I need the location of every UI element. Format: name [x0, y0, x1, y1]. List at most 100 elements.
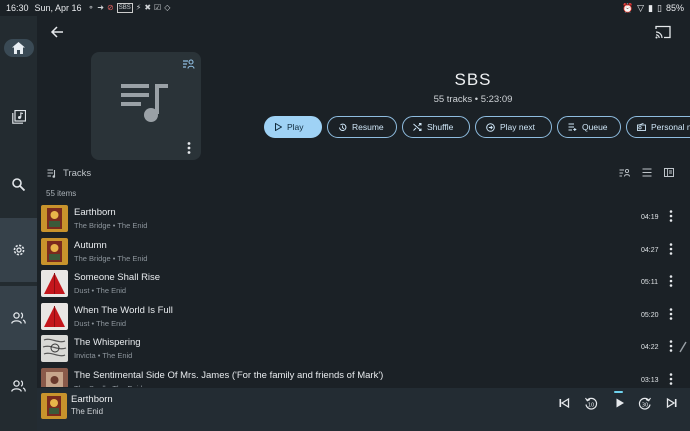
track-duration: 04:27 — [641, 246, 659, 254]
search-icon — [12, 177, 25, 191]
queue-icon — [568, 123, 577, 131]
radio-icon — [637, 123, 646, 131]
svg-text:30: 30 — [642, 403, 648, 409]
track-duration: 05:11 — [641, 279, 658, 286]
play-pause-icon[interactable] — [614, 397, 626, 409]
track-row[interactable]: Someone Shall Rise Dust • The Enid 05:11 — [37, 267, 690, 299]
no-icon: ⊘ — [106, 3, 114, 12]
now-playing-title: Earthborn — [71, 394, 113, 405]
track-title: The Sentimental Side Of Mrs. James ('For… — [74, 369, 384, 381]
track-subtitle: Dust • The Enid — [74, 318, 127, 328]
queue-button-label: Queue — [582, 122, 608, 132]
status-date: Sun, Apr 16 — [34, 3, 82, 13]
track-subtitle: The Bridge • The Enid — [74, 253, 148, 263]
track-duration: 04:22 — [641, 344, 659, 351]
nav-people[interactable] — [0, 286, 37, 350]
track-duration: 05:20 — [641, 311, 659, 319]
bulb-icon: ⚬ — [87, 3, 95, 12]
track-row[interactable]: Autumn The Bridge • The Enid 04:27 — [37, 235, 690, 267]
person-icon — [11, 380, 26, 392]
flash-icon: ⚡ — [135, 3, 142, 12]
track-row[interactable]: When The World Is Full Dust • The Enid 05:… — [37, 300, 690, 332]
status-time: 16:30 — [6, 3, 29, 13]
track-art — [41, 335, 68, 362]
track-subtitle: The Bridge • The Enid — [74, 221, 148, 230]
track-art — [41, 270, 68, 297]
cast-icon[interactable] — [655, 25, 671, 39]
collaborative-icon[interactable] — [182, 58, 195, 69]
nav-search[interactable] — [0, 152, 37, 216]
check-icon: ☑ — [154, 3, 162, 12]
track-more-icon[interactable] — [669, 210, 673, 222]
track-row[interactable]: The Whispering Invicta • The Enid 04:22 — [37, 332, 690, 364]
forward-30-icon[interactable]: 30 — [638, 397, 652, 411]
view-toggle-group — [619, 168, 674, 177]
scroll-handle-icon[interactable] — [678, 340, 688, 354]
home-icon — [12, 42, 25, 54]
playlist-icon — [121, 84, 168, 122]
nav-home[interactable] — [0, 16, 37, 80]
history-icon — [339, 123, 347, 131]
action-button-row: Play Resume Shuffle Play next Queue Pers… — [264, 116, 690, 138]
library-icon — [11, 110, 26, 124]
tracks-label: Tracks — [63, 168, 92, 179]
main-content: SBS 55 tracks • 5:23:09 Play Resume Shuf… — [37, 16, 690, 431]
back-arrow-icon[interactable] — [50, 25, 64, 39]
skip-next-icon[interactable] — [666, 397, 678, 409]
nav-account[interactable] — [0, 354, 37, 418]
play-next-button[interactable]: Play next — [475, 116, 552, 138]
track-title: The Whispering — [74, 337, 141, 348]
list-view-icon[interactable] — [642, 168, 652, 177]
track-title: Earthborn — [74, 207, 116, 218]
track-row[interactable]: Earthborn The Bridge • The Enid 04:19 — [37, 202, 690, 234]
track-duration: 03:13 — [641, 376, 659, 384]
shuffle-button[interactable]: Shuffle — [402, 116, 470, 138]
track-art — [41, 367, 68, 387]
track-duration: 04:19 — [641, 214, 659, 221]
playlist-subtitle: 55 tracks • 5:23:09 — [433, 94, 513, 105]
track-more-icon[interactable] — [669, 242, 673, 255]
mini-player[interactable]: Earthborn The Enid 10 30 — [37, 388, 690, 431]
track-title: When The World Is Full — [74, 304, 173, 316]
playback-progress[interactable] — [614, 391, 623, 393]
wifi-icon: ▽ — [637, 2, 645, 13]
notification-icons: ⚬ ➜ ⊘ SBS ⚡ ✖ ☑ ◇ — [87, 3, 170, 13]
cover-more-icon[interactable] — [187, 142, 191, 154]
playlist-small-icon — [47, 169, 56, 178]
track-art — [41, 302, 68, 330]
personal-mix-button[interactable]: Personal m — [626, 116, 690, 138]
battery-level: 85% — [665, 3, 684, 13]
queue-button[interactable]: Queue — [557, 116, 621, 138]
tracks-header: Tracks — [47, 168, 91, 179]
track-art — [41, 205, 68, 232]
play-button-label: Play — [287, 122, 304, 132]
play-next-icon — [486, 122, 495, 132]
track-more-icon[interactable] — [669, 275, 673, 287]
resume-button[interactable]: Resume — [327, 116, 397, 138]
play-button[interactable]: Play — [264, 116, 322, 138]
nav-home-indicator — [3, 39, 34, 57]
track-more-icon[interactable] — [669, 307, 673, 320]
cross-icon: ✖ — [144, 3, 152, 12]
collaborative-small-icon[interactable] — [619, 168, 630, 177]
track-more-icon[interactable] — [669, 340, 673, 352]
people-icon — [11, 312, 26, 324]
track-row[interactable]: The Sentimental Side Of Mrs. James ('For… — [37, 365, 690, 387]
skip-previous-icon[interactable] — [558, 397, 570, 409]
nav-library[interactable] — [0, 85, 37, 149]
play-next-button-label: Play next — [500, 122, 535, 132]
nav-settings[interactable] — [0, 218, 37, 282]
tracks-count: 55 items — [46, 189, 77, 198]
status-right: ⏰ ▽ ▮ ▯ 85% — [622, 3, 684, 14]
signal-icon: ▮ — [648, 2, 654, 13]
track-more-icon[interactable] — [669, 372, 673, 385]
battery-icon: ▯ — [657, 2, 662, 13]
track-subtitle: Invicta • The Enid — [74, 351, 133, 360]
detail-view-icon[interactable] — [664, 168, 674, 177]
navigation-rail — [0, 16, 37, 431]
rewind-10-icon[interactable]: 10 — [584, 397, 598, 411]
svg-text:10: 10 — [588, 403, 594, 409]
status-bar: 16:30 Sun, Apr 16 ⚬ ➜ ⊘ SBS ⚡ ✖ ☑ ◇ ⏰ ▽ … — [0, 0, 690, 16]
track-subtitle: Dust • The Enid — [74, 286, 127, 295]
sbs-badge: SBS — [116, 3, 133, 13]
